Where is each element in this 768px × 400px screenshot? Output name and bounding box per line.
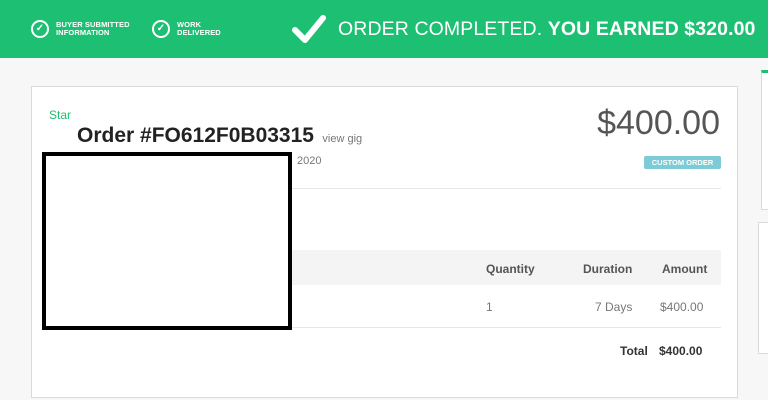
column-header-amount: Amount <box>662 262 708 276</box>
step-label: INFORMATION <box>56 28 110 37</box>
order-title: Order #FO612F0B03315 view gig <box>77 124 362 148</box>
cell-duration: 7 Days <box>595 300 633 314</box>
order-completed-text: ORDER COMPLETED. <box>338 17 543 40</box>
step-label: DELIVERED <box>177 28 221 37</box>
side-panel <box>761 70 768 210</box>
cell-quantity: 1 <box>486 300 493 314</box>
check-circle-icon: ✓ <box>152 20 170 38</box>
total-value: $400.00 <box>659 344 703 358</box>
order-status-banner: ✓ BUYER SUBMITTED INFORMATION ✓ WORK DEL… <box>0 0 768 58</box>
star-label: Star <box>49 108 72 122</box>
step-work-delivered: ✓ WORK DELIVERED <box>152 20 221 38</box>
checkmark-icon <box>292 15 326 43</box>
earned-amount-text: YOU EARNED $320.00 <box>547 17 756 40</box>
view-gig-link[interactable]: view gig <box>322 133 362 145</box>
cell-amount: $400.00 <box>660 300 704 314</box>
step-buyer-submitted: ✓ BUYER SUBMITTED INFORMATION <box>31 20 130 38</box>
total-label: Total <box>620 344 648 358</box>
column-header-quantity: Quantity <box>486 262 535 276</box>
order-date: 2020 <box>297 155 322 167</box>
order-completed-message: ORDER COMPLETED. YOU EARNED $320.00 <box>292 14 755 44</box>
side-panel <box>758 222 768 354</box>
order-number: Order #FO612F0B03315 <box>77 124 314 147</box>
check-circle-icon: ✓ <box>31 20 49 38</box>
order-price: $400.00 <box>597 104 720 142</box>
custom-order-badge: CUSTOM ORDER <box>644 156 721 169</box>
redaction-box <box>42 152 292 330</box>
column-header-duration: Duration <box>583 262 633 276</box>
